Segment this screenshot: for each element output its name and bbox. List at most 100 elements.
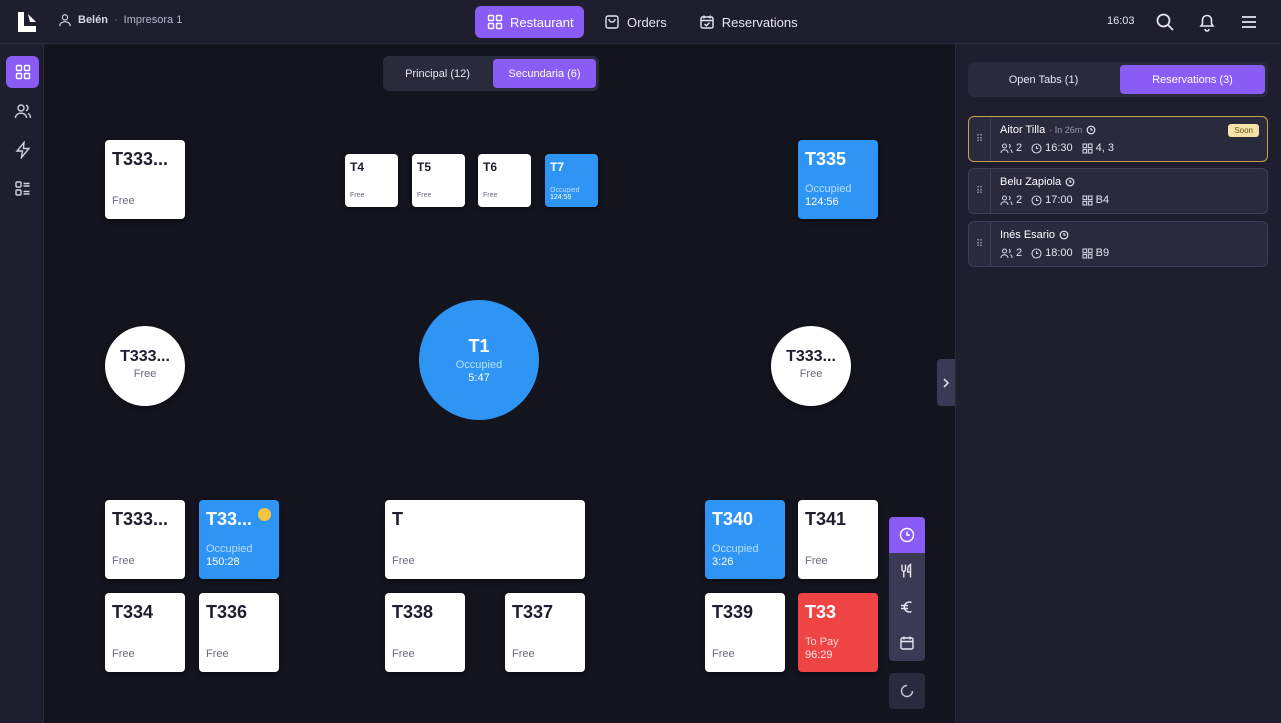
user-name: Belén [78,14,108,26]
clock-icon [1031,247,1042,259]
chevron-right-icon [942,377,950,388]
left-sidebar [0,44,44,723]
drag-handle-icon[interactable]: ⠿ [969,222,991,266]
drag-handle-icon[interactable]: ⠿ [969,117,991,161]
reservation-tables: B9 [1095,247,1110,259]
table-t337[interactable]: T337 Free [505,593,585,672]
reservation-card[interactable]: ⠿ Inés Esario 2 18:00 B9 [968,221,1268,267]
reservation-meta: 2 18:00 B9 [1000,247,1113,259]
nav-restaurant[interactable]: Restaurant [475,6,584,38]
search-icon[interactable] [1155,12,1175,32]
table-status: Occupied [805,183,852,195]
user-icon [58,13,72,27]
table-name: T333... [120,348,170,365]
note-icon [1059,230,1069,240]
nav-restaurant-label: Restaurant [510,14,574,30]
sidebar-floor-button[interactable] [6,56,39,88]
table-status: Free [712,648,735,660]
users-icon [1000,142,1013,154]
grid-icon [487,14,503,30]
party-size: 2 [1016,247,1023,259]
sidebar-list-button[interactable] [6,173,39,205]
cutlery-icon[interactable] [889,553,925,589]
table-name: T340 [712,509,754,529]
sidebar-quick-button[interactable] [6,134,39,166]
nav-orders[interactable]: Orders [592,6,679,38]
table-t333-bottom-left[interactable]: T333... Free [105,500,185,579]
tab-reservations[interactable]: Reservations (3) [1120,65,1265,94]
table-t336[interactable]: T336 Free [199,593,279,672]
table-time: 124:56 [805,196,839,208]
reservation-name-row: Belu Zapiola [1000,176,1075,188]
table-name: T1 [468,336,490,356]
table-name: T7 [550,160,565,174]
table-round-left[interactable]: T333... Free [105,326,185,406]
table-name: T4 [350,160,365,174]
clock-icon [1031,194,1042,206]
table-time: 5:47 [468,372,490,384]
table-name: T335 [805,149,847,169]
table-name: T333... [112,149,169,169]
table-t7[interactable]: T7 Occupied 124:55 [545,154,598,207]
clock-icon[interactable] [889,517,925,553]
reservation-tables: B4 [1095,194,1110,206]
table-t333-top-left[interactable]: T333... Free [105,140,185,219]
table-t33-to-pay[interactable]: T33 To Pay 96:29 [798,593,878,672]
clock-icon [1031,142,1042,154]
table-t6[interactable]: T6 Free [478,154,531,207]
calendar-icon[interactable] [889,625,925,661]
table-t341[interactable]: T341 Free [798,500,878,579]
table-t4[interactable]: T4 Free [345,154,398,207]
table-t5[interactable]: T5 Free [412,154,465,207]
main-nav: Restaurant Orders Reservations [475,6,810,38]
menu-icon[interactable] [1239,12,1259,32]
user-separator: · [113,14,118,26]
table-t334[interactable]: T334 Free [105,593,185,672]
zone-secundaria[interactable]: Secundaria (6) [493,59,596,88]
bag-icon [604,14,620,30]
nav-reservations[interactable]: Reservations [687,6,810,38]
reservation-time: 16:30 [1045,142,1073,154]
right-panel: Open Tabs (1) Reservations (3) ⠿ Aitor T… [955,44,1281,723]
tab-open-tabs[interactable]: Open Tabs (1) [971,65,1116,94]
brand-logo-icon[interactable] [16,10,42,34]
clock: 16:03 [1107,15,1135,27]
drag-handle-icon[interactable]: ⠿ [969,169,991,213]
floor-plan: Principal (12) Secundaria (6) T333... Fr… [45,44,955,723]
table-t338[interactable]: T338 Free [385,593,465,672]
list-icon [14,180,32,198]
table-status: Free [805,555,828,567]
table-status: Occupied [455,359,503,371]
table-long[interactable]: T Free [385,500,585,579]
nav-reservations-label: Reservations [721,14,798,30]
user-info[interactable]: Belén · Impresora 1 [58,13,182,27]
table-grid-icon [1082,142,1093,154]
reservation-card[interactable]: ⠿ Belu Zapiola 2 17:00 B4 [968,168,1268,214]
table-t339[interactable]: T339 Free [705,593,785,672]
table-name: T [392,509,403,529]
reservation-meta: 2 16:30 4, 3 [1000,142,1118,154]
printer-name: Impresora 1 [123,14,183,26]
table-t33-occupied[interactable]: T33... Occupied 150:28 [199,500,279,579]
table-t1[interactable]: T1 Occupied 5:47 [419,300,539,420]
sidebar-customers-button[interactable] [6,95,39,127]
bell-icon[interactable] [1197,12,1217,32]
table-name: T33... [206,509,253,529]
refresh-icon [899,683,915,699]
refresh-button[interactable] [889,673,925,709]
table-t335[interactable]: T335 Occupied 124:56 [798,140,878,219]
table-time: 96:29 [805,649,833,661]
collapse-panel-button[interactable] [937,359,955,406]
table-round-right[interactable]: T333... Free [771,326,851,406]
euro-icon[interactable] [889,589,925,625]
bolt-icon [14,141,32,159]
table-name: T339 [712,602,754,622]
reservation-name: Belu Zapiola [1000,176,1062,188]
table-grid-icon [1082,247,1093,259]
reservation-card[interactable]: ⠿ Aitor Tilla · In 26m Soon 2 16:30 4, 3 [968,116,1268,162]
zone-principal[interactable]: Principal (12) [386,59,489,88]
party-size: 2 [1016,142,1023,154]
table-t340[interactable]: T340 Occupied 3:26 [705,500,785,579]
table-name: T334 [112,602,154,622]
users-icon [14,102,32,120]
